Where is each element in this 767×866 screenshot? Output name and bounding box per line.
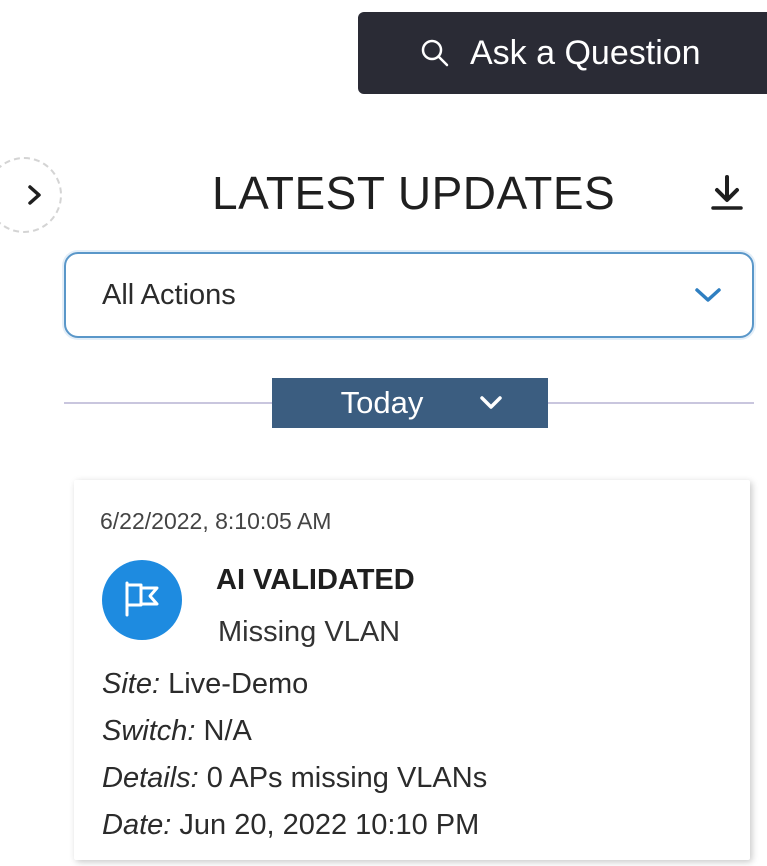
date-value: Jun 20, 2022 10:10 PM	[179, 809, 480, 841]
collapse-panel-button[interactable]	[0, 157, 62, 233]
switch-field: Switch: N/A	[102, 715, 252, 748]
action-filter-select[interactable]: All Actions	[64, 252, 754, 338]
details-field: Details: 0 APs missing VLANs	[102, 762, 487, 795]
date-group-label: Today	[340, 385, 424, 420]
action-filter-value: All Actions	[102, 278, 236, 311]
site-value: Live-Demo	[168, 668, 309, 700]
date-label: Date:	[102, 809, 172, 841]
date-group-toggle[interactable]: Today	[272, 378, 548, 428]
update-status: AI VALIDATED	[216, 564, 415, 596]
search-icon	[418, 36, 452, 70]
update-subtitle: Missing VLAN	[218, 616, 401, 648]
panel-title: LATEST UPDATES	[212, 167, 616, 219]
switch-value: N/A	[203, 715, 252, 747]
ai-flag-icon	[102, 560, 182, 640]
site-label: Site:	[102, 668, 161, 700]
download-icon	[711, 175, 743, 210]
update-timestamp: 6/22/2022, 8:10:05 AM	[100, 508, 332, 534]
chevron-down-icon	[480, 396, 503, 409]
chevron-right-icon	[28, 185, 41, 205]
details-label: Details:	[102, 762, 199, 794]
site-field: Site: Live-Demo	[102, 668, 308, 701]
ask-question-button[interactable]: Ask a Question	[358, 12, 767, 94]
download-button[interactable]	[702, 168, 752, 218]
update-card[interactable]: 6/22/2022, 8:10:05 AM AI VALIDATED Missi…	[74, 480, 750, 860]
ask-question-label: Ask a Question	[470, 33, 701, 72]
switch-label: Switch:	[102, 715, 196, 747]
chevron-down-icon	[695, 288, 721, 302]
details-value: 0 APs missing VLANs	[206, 762, 488, 794]
date-field: Date: Jun 20, 2022 10:10 PM	[102, 809, 479, 842]
